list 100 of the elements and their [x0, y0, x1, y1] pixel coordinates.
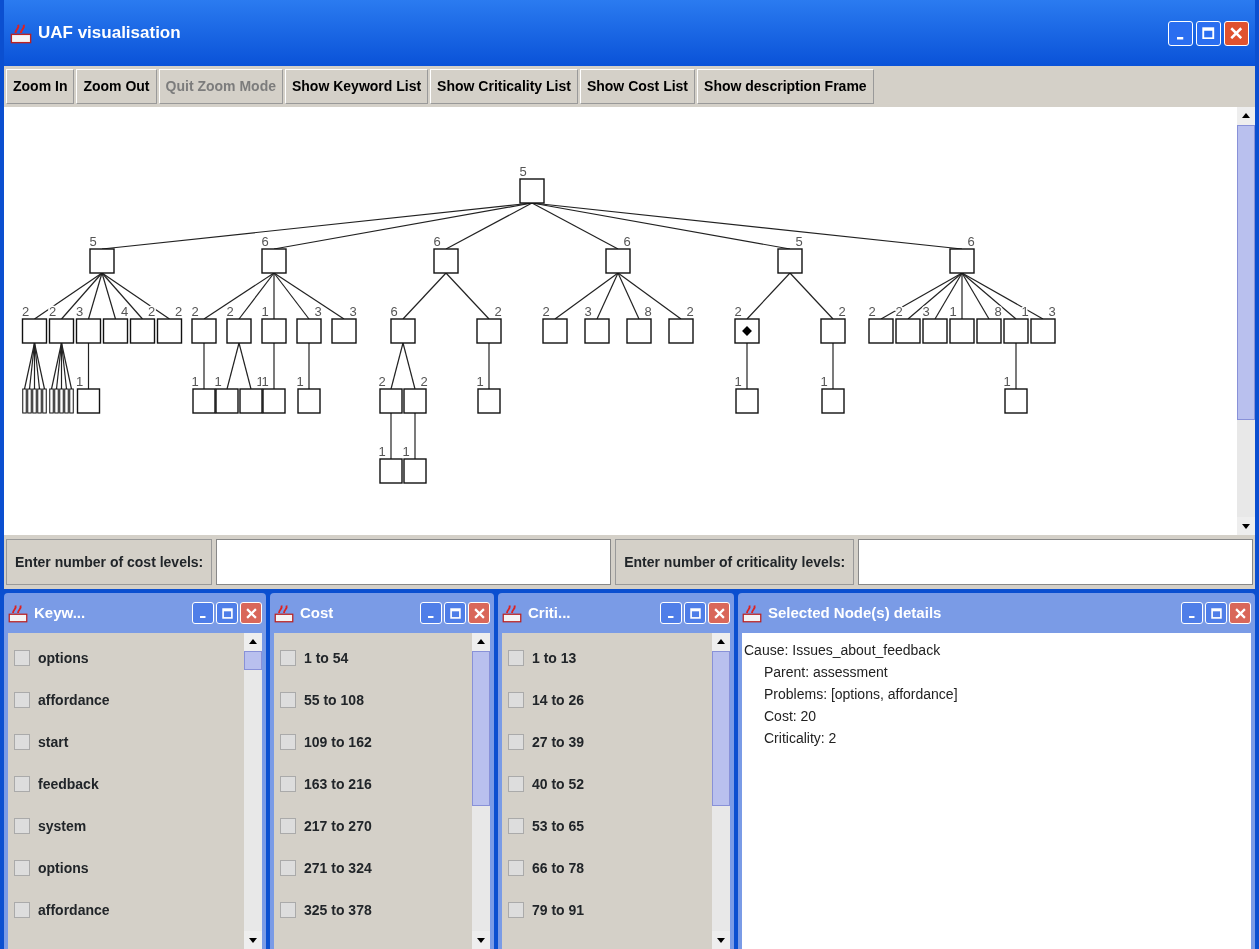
tree-node[interactable]	[37, 388, 42, 414]
tree-node[interactable]	[1003, 318, 1029, 344]
input-field[interactable]	[858, 539, 1253, 585]
minimize-button[interactable]	[1181, 602, 1203, 624]
tree-node[interactable]	[69, 388, 74, 414]
checkbox[interactable]	[508, 776, 524, 792]
checkbox[interactable]	[14, 902, 30, 918]
tree-node[interactable]	[390, 318, 416, 344]
checkbox[interactable]	[508, 692, 524, 708]
tree-node[interactable]	[192, 388, 216, 414]
checkbox[interactable]	[508, 902, 524, 918]
toolbar-button[interactable]: Zoom Out	[76, 69, 157, 104]
tree-node[interactable]	[49, 388, 54, 414]
scroll-bar[interactable]	[712, 633, 730, 949]
maximize-button[interactable]	[444, 602, 466, 624]
checkbox[interactable]	[14, 650, 30, 666]
tree-node[interactable]	[542, 318, 568, 344]
tree-node[interactable]	[477, 388, 501, 414]
tree-node[interactable]	[239, 388, 263, 414]
tree-node[interactable]	[48, 318, 75, 344]
tree-node[interactable]	[102, 318, 129, 344]
tree-node[interactable]	[868, 318, 894, 344]
checkbox[interactable]	[280, 902, 296, 918]
tree-node[interactable]	[403, 458, 427, 484]
tree-node[interactable]	[1030, 318, 1056, 344]
checkbox[interactable]	[280, 776, 296, 792]
tree-node[interactable]	[735, 388, 759, 414]
tree-node[interactable]	[668, 318, 694, 344]
tree-node[interactable]	[734, 318, 760, 344]
checkbox[interactable]	[280, 650, 296, 666]
checkbox[interactable]	[14, 734, 30, 750]
tree-node[interactable]	[626, 318, 652, 344]
tree-node[interactable]	[433, 248, 459, 274]
minimize-button[interactable]	[192, 602, 214, 624]
input-field[interactable]	[216, 539, 612, 585]
tree-node[interactable]	[262, 388, 286, 414]
checkbox[interactable]	[280, 818, 296, 834]
tree-node[interactable]	[379, 458, 403, 484]
tree-node[interactable]	[22, 388, 27, 414]
tree-node[interactable]	[32, 388, 37, 414]
tree-node[interactable]	[261, 248, 287, 274]
tree-node[interactable]	[331, 318, 357, 344]
tree-node[interactable]	[21, 318, 48, 344]
tree-node[interactable]	[297, 388, 321, 414]
close-button[interactable]	[1229, 602, 1251, 624]
checkbox[interactable]	[14, 860, 30, 876]
scroll-bar[interactable]	[244, 633, 262, 949]
tree-node[interactable]	[42, 388, 47, 414]
scroll-bar[interactable]	[472, 633, 490, 949]
tree-node[interactable]	[261, 318, 287, 344]
tree-node[interactable]	[226, 318, 252, 344]
checkbox[interactable]	[280, 734, 296, 750]
minimize-button[interactable]	[1168, 20, 1193, 46]
tree-node[interactable]	[922, 318, 948, 344]
tree-node[interactable]	[476, 318, 502, 344]
toolbar-button[interactable]: Show Cost List	[579, 69, 696, 104]
toolbar-button[interactable]: Show Criticality List	[430, 69, 578, 104]
tree-node[interactable]	[605, 248, 631, 274]
maximize-button[interactable]	[1205, 602, 1227, 624]
toolbar-button[interactable]: Show Keyword List	[285, 69, 429, 104]
tree-node[interactable]	[215, 388, 239, 414]
tree-node[interactable]	[403, 388, 427, 414]
close-button[interactable]	[708, 602, 730, 624]
toolbar-button[interactable]: Zoom In	[6, 69, 75, 104]
minimize-button[interactable]	[660, 602, 682, 624]
close-button[interactable]	[240, 602, 262, 624]
tree-node[interactable]	[777, 248, 803, 274]
checkbox[interactable]	[280, 692, 296, 708]
tree-node[interactable]	[949, 318, 975, 344]
tree-node[interactable]	[821, 388, 845, 414]
scroll-bar[interactable]	[1237, 107, 1255, 535]
tree-node[interactable]	[191, 318, 217, 344]
tree-node[interactable]	[89, 248, 115, 274]
tree-node[interactable]	[54, 388, 59, 414]
tree-node[interactable]	[75, 318, 102, 344]
tree-node[interactable]	[156, 318, 183, 344]
tree-node[interactable]	[976, 318, 1002, 344]
tree-node[interactable]	[895, 318, 921, 344]
checkbox[interactable]	[508, 860, 524, 876]
maximize-button[interactable]	[1196, 20, 1221, 46]
close-button[interactable]	[1224, 20, 1249, 46]
checkbox[interactable]	[508, 650, 524, 666]
checkbox[interactable]	[508, 818, 524, 834]
tree-node[interactable]	[129, 318, 156, 344]
tree-node[interactable]	[59, 388, 64, 414]
maximize-button[interactable]	[684, 602, 706, 624]
checkbox[interactable]	[14, 776, 30, 792]
toolbar-button[interactable]: Show description Frame	[697, 69, 874, 104]
close-button[interactable]	[468, 602, 490, 624]
tree-node[interactable]	[519, 178, 545, 204]
minimize-button[interactable]	[420, 602, 442, 624]
tree-node[interactable]	[76, 388, 101, 414]
checkbox[interactable]	[14, 692, 30, 708]
tree-node[interactable]	[1004, 388, 1028, 414]
tree-node[interactable]	[27, 388, 32, 414]
tree-node[interactable]	[64, 388, 69, 414]
checkbox[interactable]	[280, 860, 296, 876]
checkbox[interactable]	[508, 734, 524, 750]
tree-node[interactable]	[296, 318, 322, 344]
tree-node[interactable]	[584, 318, 610, 344]
